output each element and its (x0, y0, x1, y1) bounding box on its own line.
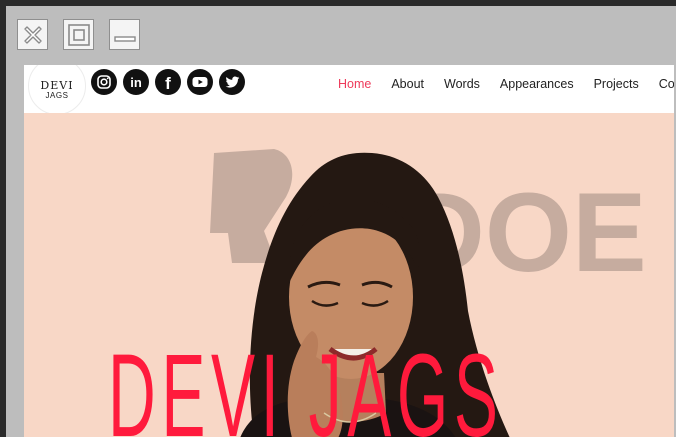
twitter-icon (225, 75, 239, 88)
youtube-link[interactable] (187, 69, 213, 95)
linkedin-icon: in (130, 74, 142, 90)
logo-text-top: DEVI (40, 79, 74, 92)
nav-item-about[interactable]: About (391, 77, 424, 91)
close-icon (23, 25, 42, 44)
nav-item-words[interactable]: Words (444, 77, 480, 91)
twitter-link[interactable] (219, 69, 245, 95)
window-frame: DEVI JAGS in f Home About Words Appearan… (6, 6, 676, 437)
nav-item-projects[interactable]: Projects (594, 77, 639, 91)
instagram-link[interactable] (91, 69, 117, 95)
youtube-icon (192, 77, 208, 87)
logo-text-bottom: JAGS (45, 91, 69, 100)
maximize-icon (67, 23, 90, 46)
site-logo[interactable]: DEVI JAGS (28, 65, 86, 115)
facebook-icon: f (165, 74, 171, 93)
site-header: DEVI JAGS in f Home About Words Appearan… (24, 65, 674, 115)
main-nav: Home About Words Appearances Projects Co… (338, 77, 674, 91)
instagram-icon (97, 75, 111, 89)
close-window-button[interactable] (17, 19, 48, 50)
nav-item-home[interactable]: Home (338, 77, 371, 91)
browser-viewport: DEVI JAGS in f Home About Words Appearan… (24, 65, 674, 437)
hero-section: DOE DEVI JAGS (24, 113, 674, 437)
minimize-icon (113, 35, 136, 42)
maximize-window-button[interactable] (63, 19, 94, 50)
linkedin-link[interactable]: in (123, 69, 149, 95)
facebook-link[interactable]: f (155, 69, 181, 95)
hero-title: DEVI JAGS (108, 330, 504, 437)
nav-item-appearances[interactable]: Appearances (500, 77, 574, 91)
nav-item-contact[interactable]: Contact (659, 77, 674, 91)
social-links: in f (91, 69, 245, 95)
minimize-window-button[interactable] (109, 19, 140, 50)
